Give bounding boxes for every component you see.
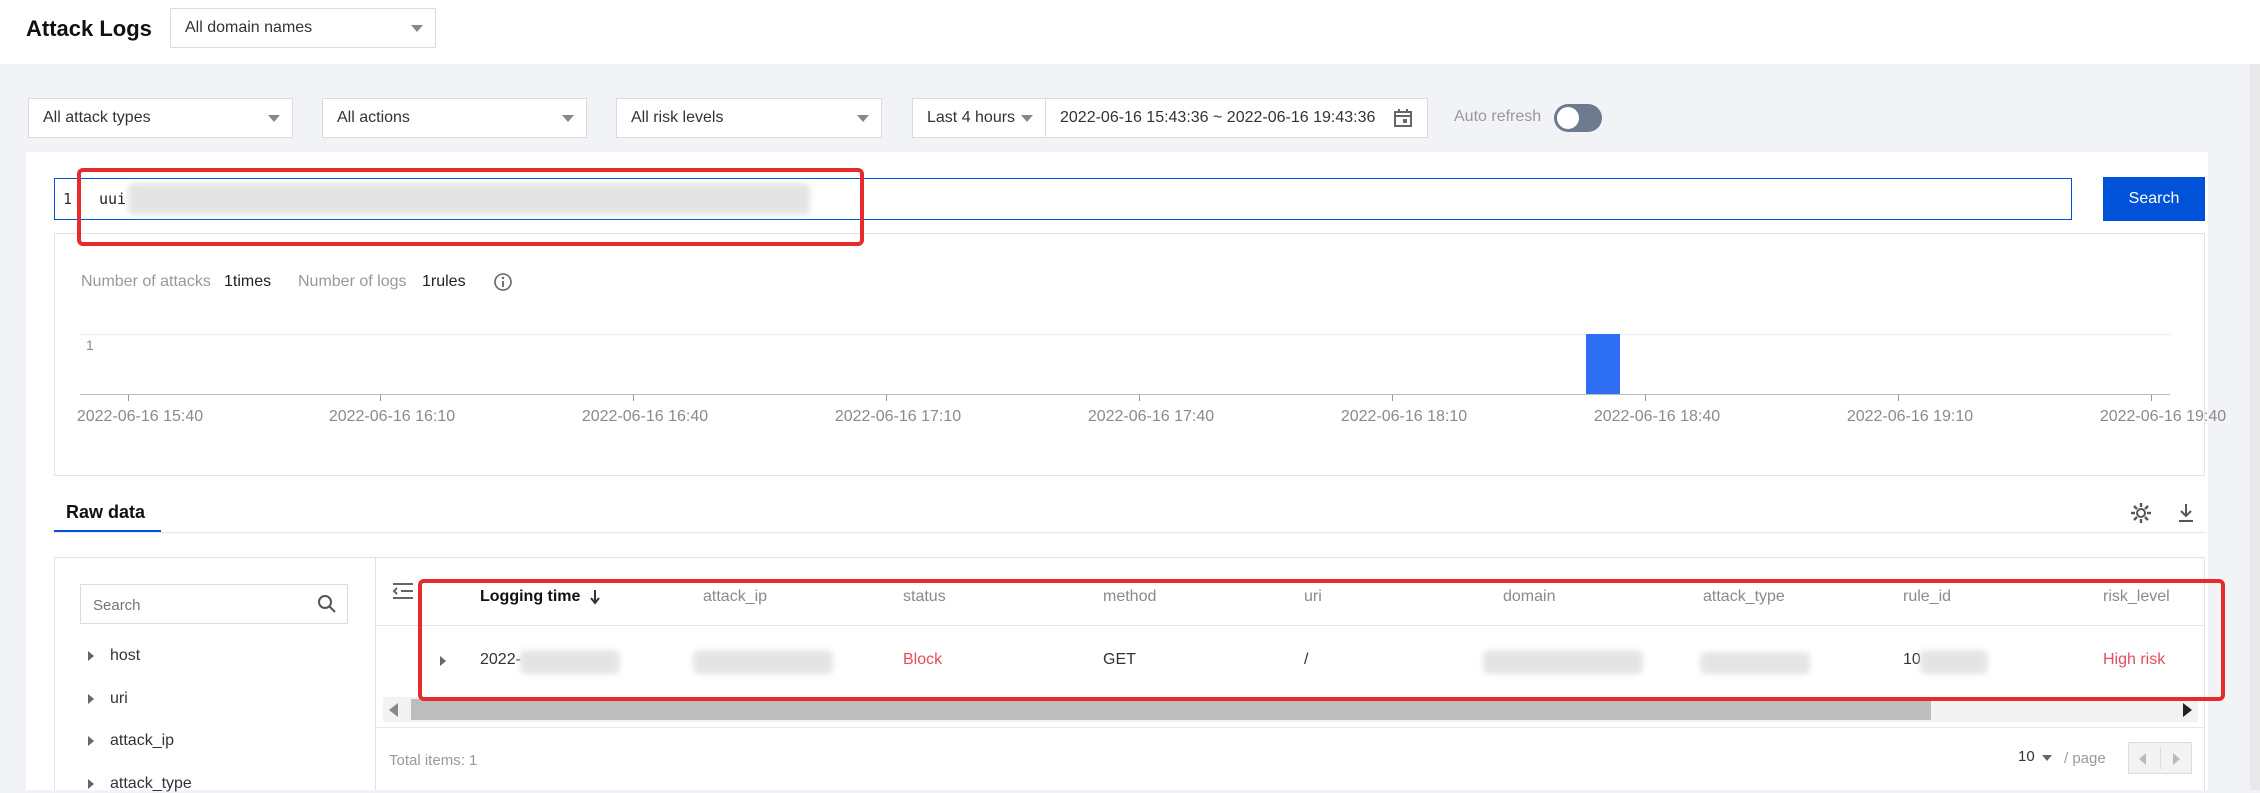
chevron-down-icon bbox=[1021, 115, 1033, 122]
table-footer-divider bbox=[376, 727, 2205, 728]
chevron-down-icon bbox=[268, 115, 280, 122]
page-size-select[interactable]: 10 bbox=[2018, 748, 2058, 772]
field-label: uri bbox=[110, 690, 128, 707]
scroll-right-icon[interactable] bbox=[2183, 703, 2192, 717]
attacks-label: Number of attacks bbox=[81, 273, 211, 290]
auto-refresh-label: Auto refresh bbox=[1454, 108, 1542, 125]
date-range-value: 2022-06-16 15:43:36 ~ 2022-06-16 19:43:3… bbox=[1060, 109, 1376, 126]
expand-arrow-icon bbox=[88, 694, 94, 704]
search-button-label: Search bbox=[2128, 190, 2180, 207]
field-search-input[interactable] bbox=[91, 593, 295, 617]
highlight-box-query bbox=[77, 168, 864, 246]
domain-select[interactable]: All domain names bbox=[170, 8, 436, 48]
attack-type-value: All attack types bbox=[43, 109, 151, 126]
total-items: Total items: 1 bbox=[389, 752, 478, 769]
scrollbar-thumb[interactable] bbox=[411, 699, 1931, 720]
risk-level-value: All risk levels bbox=[631, 109, 724, 126]
line-number: 1 bbox=[63, 190, 73, 208]
field-label: host bbox=[110, 647, 141, 664]
field-label: attack_ip bbox=[110, 732, 175, 749]
logs-label: Number of logs bbox=[298, 273, 407, 290]
attacks-value: 1times bbox=[224, 273, 272, 290]
field-search-box[interactable] bbox=[80, 584, 348, 624]
per-page-label: / page bbox=[2064, 750, 2106, 767]
expand-arrow-icon bbox=[88, 651, 94, 661]
chevron-down-icon bbox=[411, 25, 423, 32]
field-item-attack-type[interactable]: attack_type bbox=[88, 775, 192, 793]
page-button-divider bbox=[2160, 747, 2161, 769]
field-item-attack-ip[interactable]: attack_ip bbox=[88, 732, 174, 750]
date-range-picker[interactable]: 2022-06-16 15:43:36 ~ 2022-06-16 19:43:3… bbox=[1045, 98, 1428, 138]
field-item-uri[interactable]: uri bbox=[88, 690, 128, 708]
search-button[interactable]: Search bbox=[2103, 177, 2205, 221]
tab-bar-divider bbox=[54, 532, 2205, 533]
tab-raw-data-label: Raw data bbox=[66, 502, 146, 522]
field-item-host[interactable]: host bbox=[88, 647, 140, 665]
scroll-left-icon[interactable] bbox=[389, 703, 398, 717]
action-value: All actions bbox=[337, 109, 410, 126]
highlight-box-result-row bbox=[418, 579, 2225, 701]
search-icon[interactable] bbox=[317, 594, 337, 614]
calendar-icon bbox=[1394, 109, 1412, 127]
chevron-down-icon bbox=[857, 115, 869, 122]
attack-type-select[interactable]: All attack types bbox=[28, 98, 293, 138]
field-label: attack_type bbox=[110, 775, 192, 792]
settings-gear-icon[interactable] bbox=[2130, 502, 2152, 524]
chart-panel bbox=[54, 233, 2205, 476]
toggle-knob bbox=[1557, 107, 1579, 129]
chevron-down-icon bbox=[2042, 755, 2052, 761]
collapse-columns-icon[interactable] bbox=[392, 582, 414, 600]
page-scrollbar-track[interactable] bbox=[2250, 64, 2260, 790]
time-range-value: Last 4 hours bbox=[927, 109, 1016, 126]
tab-raw-data[interactable]: Raw data bbox=[54, 498, 161, 533]
domain-select-value: All domain names bbox=[185, 19, 313, 36]
expand-arrow-icon bbox=[88, 736, 94, 746]
expand-arrow-icon bbox=[88, 779, 94, 789]
pagination-prev-next[interactable] bbox=[2128, 742, 2192, 774]
chevron-down-icon bbox=[562, 115, 574, 122]
logs-value: 1rules bbox=[422, 273, 466, 290]
next-page-icon[interactable] bbox=[2173, 753, 2180, 765]
page-size-value: 10 bbox=[2018, 748, 2035, 765]
info-icon[interactable] bbox=[493, 272, 513, 292]
download-icon[interactable] bbox=[2176, 502, 2196, 524]
page-title: Attack Logs bbox=[26, 16, 152, 41]
auto-refresh-toggle[interactable] bbox=[1554, 104, 1602, 132]
time-range-select[interactable]: Last 4 hours bbox=[912, 98, 1046, 138]
risk-level-select[interactable]: All risk levels bbox=[616, 98, 882, 138]
prev-page-icon[interactable] bbox=[2139, 753, 2146, 765]
action-select[interactable]: All actions bbox=[322, 98, 587, 138]
